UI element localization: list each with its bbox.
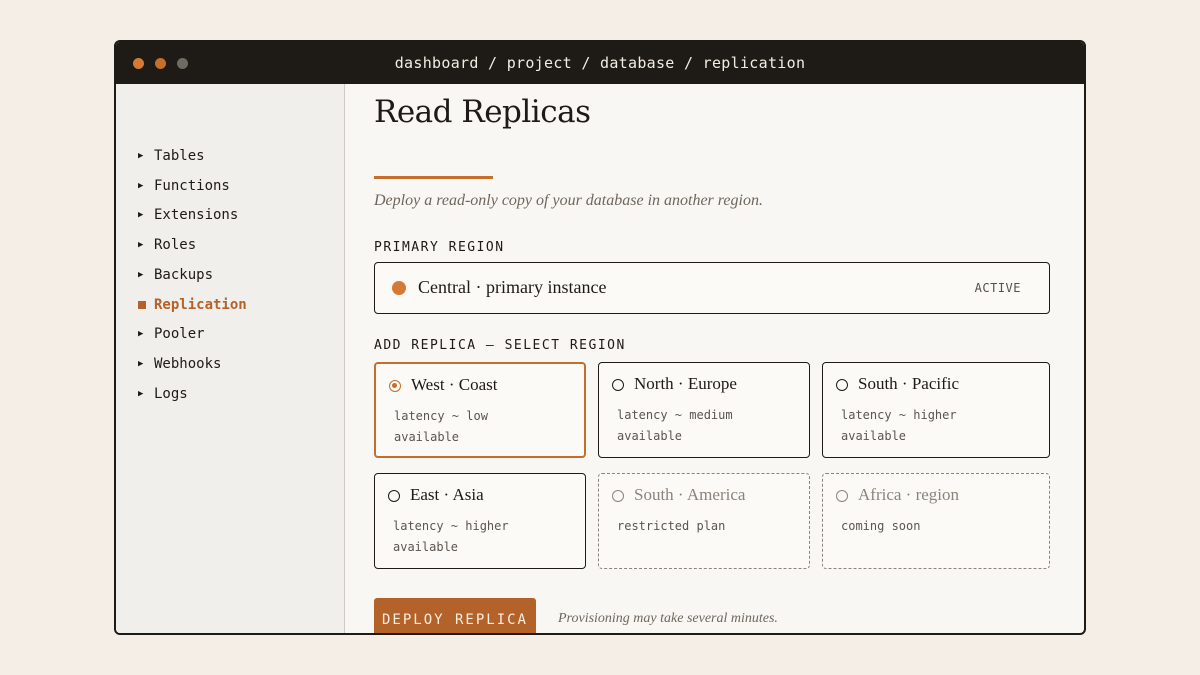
primary-region-name: Central · primary instance (418, 277, 607, 297)
region-name: South · America (634, 485, 746, 504)
breadcrumb: dashboard / project / database / replica… (394, 54, 806, 72)
sidebar-item-label: Roles (154, 237, 197, 253)
title-bar: dashboard / project / database / replica… (116, 42, 1084, 84)
sidebar-item-webhooks[interactable]: ▶ Webhooks (138, 354, 221, 374)
radio-disabled-icon (612, 490, 624, 502)
status-dot-icon (392, 281, 406, 295)
region-latency: latency ~ low (394, 409, 488, 423)
region-latency: latency ~ higher (393, 519, 509, 533)
sidebar-item-extensions[interactable]: ▶ Extensions (138, 205, 238, 225)
triangle-right-icon: ▶ (138, 389, 144, 399)
active-square-icon (138, 301, 146, 309)
triangle-right-icon: ▶ (138, 359, 144, 369)
sidebar-item-tables[interactable]: ▶ Tables (138, 146, 205, 166)
deploy-note: Provisioning may take several minutes. (558, 611, 778, 626)
sidebar-item-replication[interactable]: Replication (138, 295, 247, 315)
radio-empty-icon[interactable] (388, 490, 400, 502)
region-name: Africa · region (858, 485, 960, 504)
sidebar-item-label: Extensions (154, 207, 239, 223)
region-restriction: restricted plan (617, 519, 726, 533)
title-underline (374, 176, 493, 179)
sidebar: ▶ Tables ▶ Functions ▶ Extensions ▶ Role… (116, 84, 345, 633)
triangle-right-icon: ▶ (138, 329, 144, 339)
sidebar-item-label: Webhooks (154, 356, 222, 372)
region-availability: available (394, 430, 460, 444)
app-window: dashboard / project / database / replica… (114, 40, 1086, 635)
primary-region-card: Central · primary instance ACTIVE (374, 262, 1050, 314)
primary-region-label: PRIMARY REGION (374, 240, 505, 255)
main-content: Read Replicas Deploy a read-only copy of… (345, 84, 1084, 633)
sidebar-item-functions[interactable]: ▶ Functions (138, 176, 230, 196)
sidebar-item-label: Pooler (154, 326, 205, 342)
region-card-south-america: South · America restricted plan (598, 473, 810, 569)
page-title: Read Replicas (374, 94, 591, 130)
region-card-east-asia[interactable]: East · Asia latency ~ higher available (374, 473, 586, 569)
sidebar-item-roles[interactable]: ▶ Roles (138, 235, 196, 255)
sidebar-item-label: Replication (154, 297, 247, 313)
sidebar-item-label: Backups (154, 267, 214, 283)
status-badge: ACTIVE (974, 281, 1021, 295)
radio-disabled-icon (836, 490, 848, 502)
triangle-right-icon: ▶ (138, 240, 144, 250)
deploy-replica-button[interactable]: DEPLOY REPLICA (374, 598, 536, 633)
region-name: South · Pacific (858, 374, 960, 393)
region-name: West · Coast (411, 375, 498, 394)
region-availability: available (393, 540, 459, 554)
region-latency: latency ~ higher (841, 408, 957, 422)
triangle-right-icon: ▶ (138, 210, 144, 220)
radio-empty-icon[interactable] (836, 379, 848, 391)
region-availability: available (841, 429, 907, 443)
region-card-west-coast[interactable]: West · Coast latency ~ low available (374, 362, 586, 458)
add-replica-label: ADD REPLICA — SELECT REGION (374, 338, 626, 353)
sidebar-item-backups[interactable]: ▶ Backups (138, 265, 213, 285)
radio-selected-icon[interactable] (389, 380, 401, 392)
region-card-africa: Africa · region coming soon (822, 473, 1050, 569)
region-latency: latency ~ medium (617, 408, 733, 422)
region-name: East · Asia (410, 485, 484, 504)
sidebar-item-label: Functions (154, 178, 230, 194)
region-name: North · Europe (634, 374, 737, 393)
region-restriction: coming soon (841, 519, 921, 533)
sidebar-item-logs[interactable]: ▶ Logs (138, 384, 188, 404)
sidebar-item-label: Tables (154, 148, 205, 164)
triangle-right-icon: ▶ (138, 151, 144, 161)
region-availability: available (617, 429, 683, 443)
triangle-right-icon: ▶ (138, 270, 144, 280)
sidebar-item-label: Logs (154, 386, 188, 402)
triangle-right-icon: ▶ (138, 181, 144, 191)
page-subtitle: Deploy a read-only copy of your database… (374, 192, 763, 209)
sidebar-item-pooler[interactable]: ▶ Pooler (138, 324, 205, 344)
region-card-south-pacific[interactable]: South · Pacific latency ~ higher availab… (822, 362, 1050, 458)
region-card-north-europe[interactable]: North · Europe latency ~ medium availabl… (598, 362, 810, 458)
radio-empty-icon[interactable] (612, 379, 624, 391)
